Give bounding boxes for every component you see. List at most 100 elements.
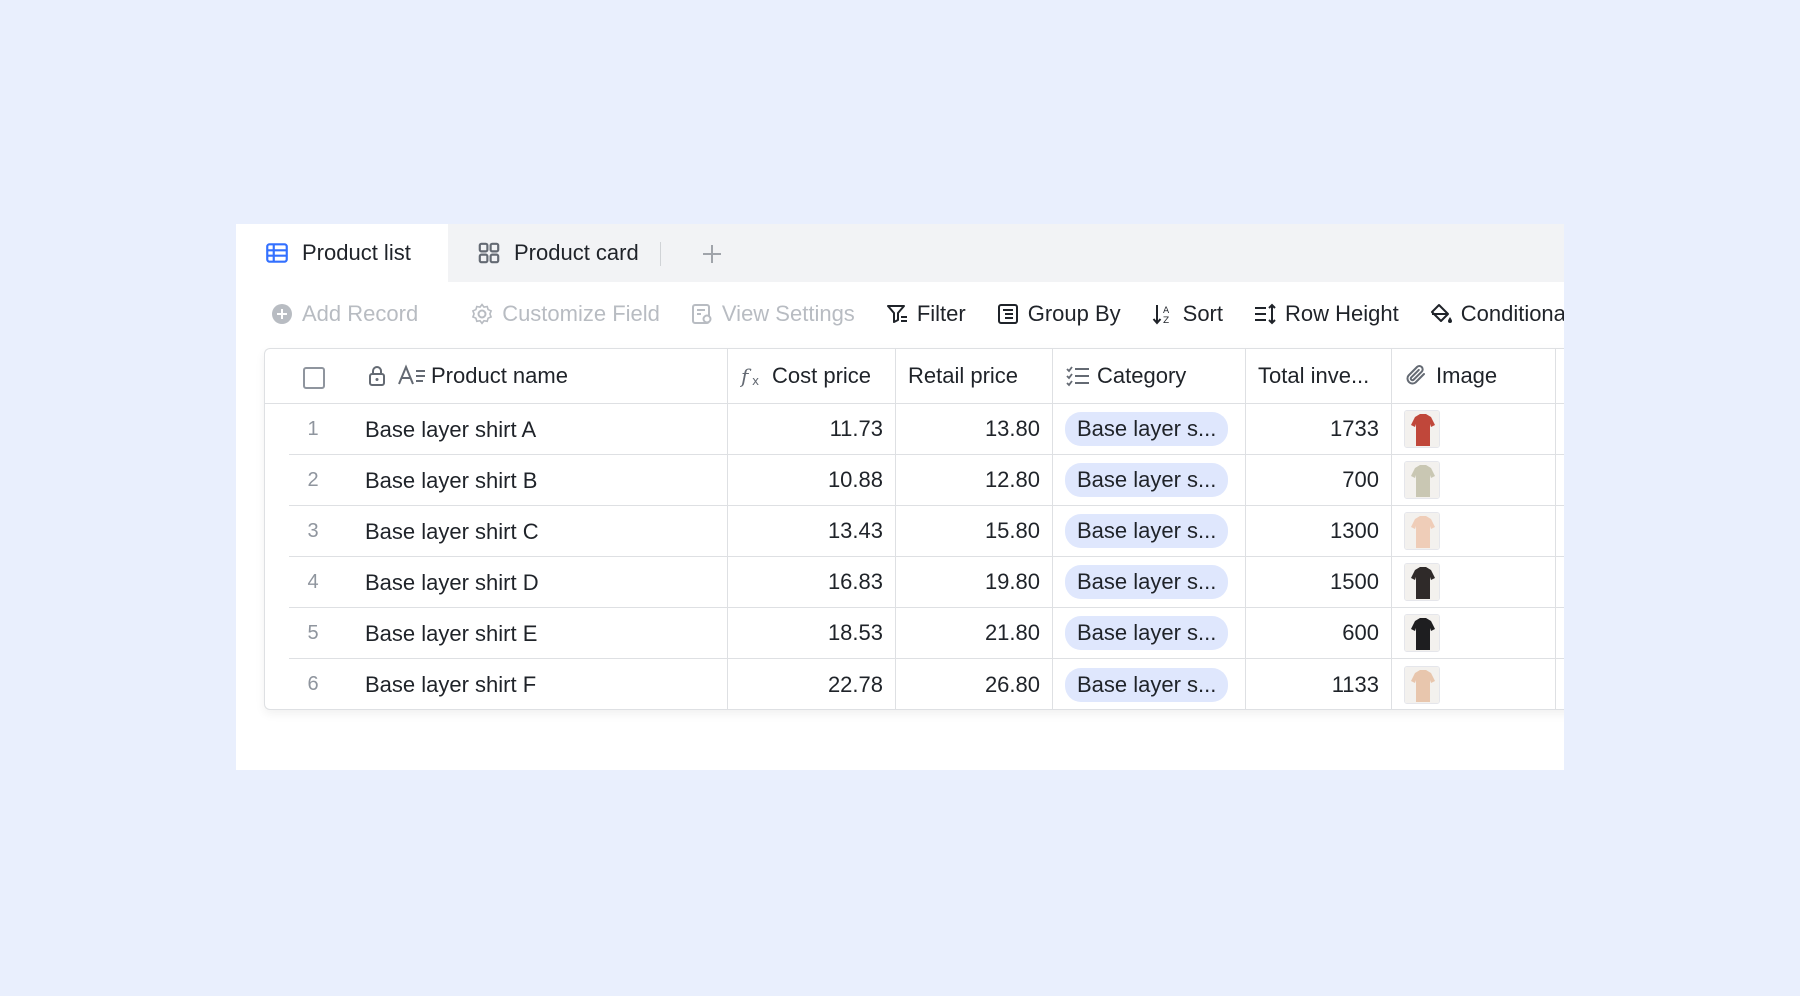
gear-icon [470, 302, 494, 326]
plus-circle-icon [270, 302, 294, 326]
retail-price-cell[interactable]: 13.80 [896, 404, 1053, 454]
table-view-panel: Product list Product card Add Record Cus… [236, 224, 1564, 770]
table-row[interactable]: 1 Base layer shirt A 11.73 13.80 Base layer … [289, 404, 1564, 455]
data-grid: Product name fx Cost price Retail price … [264, 348, 1564, 710]
cost-price-value: 18.53 [827, 620, 883, 645]
column-header-total-inventory[interactable]: Total inve... [1246, 349, 1392, 403]
retail-price-cell[interactable]: 26.80 [896, 659, 1053, 710]
retail-price-cell[interactable]: 21.80 [896, 608, 1053, 658]
table-row[interactable]: 3 Base layer shirt C 13.43 15.80 Base layer … [289, 506, 1564, 557]
row-height-button[interactable]: Row Height [1253, 301, 1399, 327]
cost-price-value: 11.73 [829, 416, 883, 441]
product-name-cell[interactable]: 1 Base layer shirt A [289, 404, 728, 454]
column-header-product-name[interactable]: Product name [265, 349, 728, 403]
cost-price-cell[interactable]: 10.88 [728, 455, 896, 505]
product-name-cell[interactable]: 5 Base layer shirt E [289, 608, 728, 658]
multi-select-icon [1065, 363, 1091, 389]
image-cell[interactable] [1392, 659, 1556, 710]
group-icon [996, 302, 1020, 326]
table-row[interactable]: 5 Base layer shirt E 18.53 21.80 Base layer … [289, 608, 1564, 659]
product-name: Base layer shirt A [365, 417, 537, 442]
product-name-cell[interactable]: 4 Base layer shirt D [289, 557, 728, 607]
inventory-value: 600 [1342, 620, 1379, 645]
image-cell[interactable] [1392, 455, 1556, 505]
cost-price-cell[interactable]: 16.83 [728, 557, 896, 607]
category-cell[interactable]: Base layer s... [1053, 557, 1246, 607]
row-number: 6 [307, 673, 319, 695]
filter-label: Filter [916, 301, 966, 326]
category-cell[interactable]: Base layer s... [1053, 404, 1246, 454]
sort-button[interactable]: AZ Sort [1151, 301, 1223, 327]
category-cell[interactable]: Base layer s... [1053, 608, 1246, 658]
product-name-cell[interactable]: 3 Base layer shirt C [289, 506, 728, 556]
column-header-retail-price[interactable]: Retail price [896, 349, 1053, 403]
table-row[interactable]: 6 Base layer shirt F 22.78 26.80 Base layer … [289, 659, 1564, 710]
retail-price-cell[interactable]: 15.80 [896, 506, 1053, 556]
add-view-button[interactable] [692, 234, 732, 274]
image-cell[interactable] [1392, 506, 1556, 556]
column-header-category[interactable]: Category [1053, 349, 1246, 403]
product-thumbnail[interactable] [1404, 461, 1440, 499]
settings-doc-icon [690, 302, 714, 326]
product-thumbnail[interactable] [1404, 614, 1440, 652]
retail-price-cell[interactable]: 12.80 [896, 455, 1053, 505]
tab-label: Product list [302, 240, 411, 265]
column-header-cost-price[interactable]: fx Cost price [728, 349, 896, 403]
category-tag: Base layer s... [1065, 565, 1229, 599]
retail-price-value: 15.80 [984, 518, 1040, 543]
product-name-cell[interactable]: 2 Base layer shirt B [289, 455, 728, 505]
svg-text:Z: Z [1163, 316, 1169, 326]
inventory-cell[interactable]: 1133 [1246, 659, 1392, 710]
product-thumbnail[interactable] [1404, 563, 1440, 601]
row-height-icon [1253, 302, 1277, 326]
table-row[interactable]: 4 Base layer shirt D 16.83 19.80 Base layer … [289, 557, 1564, 608]
filter-button[interactable]: Filter [885, 301, 966, 327]
sort-icon: AZ [1151, 302, 1175, 326]
tab-product-card[interactable]: Product card [476, 224, 639, 282]
category-tag: Base layer s... [1065, 616, 1229, 650]
row-number: 5 [307, 622, 319, 644]
cost-price-cell[interactable]: 11.73 [728, 404, 896, 454]
retail-price-cell[interactable]: 19.80 [896, 557, 1053, 607]
product-name-cell[interactable]: 6 Base layer shirt F [289, 659, 728, 710]
tab-divider [660, 242, 661, 266]
cost-price-cell[interactable]: 22.78 [728, 659, 896, 710]
customize-field-button[interactable]: Customize Field [470, 301, 660, 327]
cost-price-cell[interactable]: 13.43 [728, 506, 896, 556]
inventory-cell[interactable]: 1733 [1246, 404, 1392, 454]
inventory-cell[interactable]: 600 [1246, 608, 1392, 658]
product-thumbnail[interactable] [1404, 665, 1440, 704]
shirt-icon [1405, 666, 1439, 703]
group-by-button[interactable]: Group By [996, 301, 1121, 327]
cost-price-cell[interactable]: 18.53 [728, 608, 896, 658]
inventory-cell[interactable]: 1300 [1246, 506, 1392, 556]
category-cell[interactable]: Base layer s... [1053, 659, 1246, 710]
table-row[interactable]: 2 Base layer shirt B 10.88 12.80 Base layer … [289, 455, 1564, 506]
select-all-checkbox[interactable] [303, 367, 325, 389]
view-settings-label: View Settings [721, 301, 855, 326]
inventory-cell[interactable]: 700 [1246, 455, 1392, 505]
column-label: Category [1097, 363, 1187, 388]
image-cell[interactable] [1392, 404, 1556, 454]
category-tag: Base layer s... [1065, 412, 1229, 446]
row-number: 3 [307, 520, 319, 542]
view-settings-button[interactable]: View Settings [690, 301, 855, 327]
category-cell[interactable]: Base layer s... [1053, 506, 1246, 556]
view-tabs: Product list Product card [236, 224, 1564, 282]
add-record-button[interactable]: Add Record [270, 301, 418, 327]
paint-bucket-icon [1429, 302, 1453, 326]
toolbar: Add Record Customize Field View Settings… [236, 282, 1564, 346]
tab-product-list[interactable]: Product list [236, 224, 448, 282]
conditional-formatting-button[interactable]: Conditiona [1429, 301, 1564, 327]
product-thumbnail[interactable] [1404, 410, 1440, 448]
product-thumbnail[interactable] [1404, 512, 1440, 550]
category-cell[interactable]: Base layer s... [1053, 455, 1246, 505]
inventory-cell[interactable]: 1500 [1246, 557, 1392, 607]
column-header-image[interactable]: Image [1392, 349, 1556, 403]
cost-price-value: 16.83 [827, 569, 883, 594]
shirt-icon [1405, 411, 1439, 447]
sort-label: Sort [1182, 301, 1223, 326]
image-cell[interactable] [1392, 608, 1556, 658]
conditional-formatting-label: Conditiona [1460, 301, 1564, 326]
image-cell[interactable] [1392, 557, 1556, 607]
